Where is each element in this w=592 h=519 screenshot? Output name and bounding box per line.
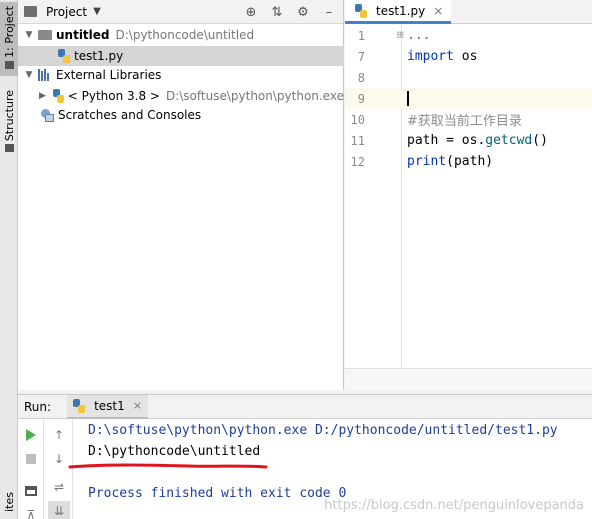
code-line-10[interactable]: 10 #获取当前工作目录 — [345, 109, 592, 130]
red-underline-annotation — [68, 463, 268, 469]
tree-item-path: D:\softuse\python\python.exe — [165, 89, 344, 103]
hide-panel-icon[interactable]: – — [319, 2, 339, 22]
chevron-down-icon[interactable]: ▼ — [93, 6, 101, 17]
project-panel-toolbar: ⊕ ⇅ ⚙ – — [235, 0, 343, 24]
project-folder-icon — [24, 6, 37, 17]
python-sdk-icon — [52, 89, 64, 103]
project-panel-header: Project ▼ ⊕ ⇅ ⚙ – — [18, 0, 343, 24]
project-panel: Project ▼ ⊕ ⇅ ⚙ – ▼ untitled D:\pythonco… — [18, 0, 344, 390]
code-line-9-current[interactable]: 9 — [345, 88, 592, 109]
run-panel-header: Run: test1 × — [18, 394, 592, 419]
line-number: 12 — [350, 154, 365, 169]
tree-item-python-sdk[interactable]: ▶ < Python 3.8 > D:\softuse\python\pytho… — [18, 86, 344, 106]
chevron-down-icon[interactable]: ▼ — [24, 70, 34, 80]
code-text: print(path) — [407, 154, 494, 169]
code-comment: #获取当前工作目录 — [407, 114, 522, 129]
layout-icon[interactable] — [20, 481, 42, 501]
fold-plus-icon[interactable]: ⊞ — [397, 28, 404, 41]
editor-tab-test1-py[interactable]: test1.py × — [345, 0, 452, 24]
console-line-exit: Process finished with exit code 0 — [88, 486, 347, 501]
close-icon[interactable]: × — [433, 4, 443, 18]
line-number: 9 — [357, 91, 365, 106]
editor-tab-label: test1.py — [376, 3, 426, 18]
python-file-icon — [58, 49, 70, 63]
run-tab-label: test1 — [94, 398, 125, 413]
tree-item-label: External Libraries — [56, 68, 162, 82]
tree-item-test1-py[interactable]: test1.py — [18, 46, 344, 66]
code-line-7[interactable]: 7 import os — [345, 46, 592, 67]
run-panel-label: Run: — [24, 399, 52, 414]
run-panel: Run: test1 × ⊼ ↑ ↓ ⇌ ⇊ D:\softuse\python… — [18, 394, 592, 519]
line-number: 8 — [357, 70, 365, 85]
run-toolbar-primary: ⊼ — [18, 419, 44, 519]
collapse-all-icon[interactable]: ⇅ — [267, 2, 287, 22]
code-line-1[interactable]: 1 ⊞... — [345, 25, 592, 46]
code-line-11[interactable]: 11 path = os.getcwd() — [345, 130, 592, 151]
tool-tab-structure[interactable]: Structure — [0, 90, 18, 162]
watermark-text: https://blog.csdn.net/penguinlovepanda — [324, 498, 584, 513]
chevron-down-icon[interactable]: ▼ — [24, 30, 34, 40]
python-file-icon — [355, 3, 367, 18]
code-text: import os — [407, 49, 478, 64]
stop-icon[interactable] — [20, 449, 42, 469]
close-icon[interactable]: × — [133, 399, 142, 412]
chevron-right-icon[interactable]: ▶ — [38, 91, 47, 101]
code-editor: test1.py × 1 ⊞... 7 import os 8 9 10 #获取… — [345, 0, 592, 390]
code-line-8[interactable]: 8 — [345, 67, 592, 88]
tree-item-label: Scratches and Consoles — [58, 108, 202, 122]
scratches-icon — [40, 108, 54, 122]
line-number: 7 — [357, 49, 365, 64]
scroll-to-end-icon[interactable]: ⇊ — [48, 501, 70, 519]
tree-item-label: < Python 3.8 > — [67, 89, 160, 103]
tool-tab-project-label: 1: Project — [2, 6, 16, 58]
tool-tab-favorites[interactable]: ites — [0, 492, 18, 519]
left-tool-strip: 1: Project Structure ites — [0, 0, 18, 519]
gear-icon[interactable]: ⚙ — [293, 2, 313, 22]
folded-code[interactable]: ⊞... — [397, 28, 430, 43]
folder-icon — [38, 30, 52, 40]
structure-tool-icon — [4, 144, 14, 153]
python-file-icon — [73, 398, 86, 413]
editor-breadcrumb-bar — [345, 368, 592, 390]
tree-item-untitled[interactable]: ▼ untitled D:\pythoncode\untitled — [18, 25, 344, 45]
tree-item-external-libraries[interactable]: ▼ External Libraries — [18, 65, 344, 85]
line-number: 11 — [350, 133, 365, 148]
tool-tab-favorites-label: ites — [2, 492, 16, 512]
code-text: path = os.getcwd() — [407, 133, 548, 148]
locate-target-icon[interactable]: ⊕ — [241, 2, 261, 22]
tool-tab-project[interactable]: 1: Project — [0, 2, 18, 76]
console-line-command: D:\softuse\python\python.exe D:/pythonco… — [88, 423, 558, 438]
line-number: 10 — [350, 112, 365, 127]
text-cursor — [407, 91, 409, 106]
arrow-up-icon[interactable]: ↑ — [48, 425, 70, 445]
tree-item-scratches[interactable]: Scratches and Consoles — [18, 105, 344, 125]
arrow-down-icon[interactable]: ↓ — [48, 449, 70, 469]
tree-item-path: D:\pythoncode\untitled — [115, 28, 255, 42]
pin-icon[interactable]: ⊼ — [20, 505, 42, 519]
library-icon — [38, 69, 52, 81]
project-panel-title[interactable]: Project — [46, 5, 87, 19]
tool-tab-structure-label: Structure — [2, 90, 16, 142]
tree-item-label: untitled — [56, 28, 110, 42]
line-number: 1 — [357, 28, 365, 43]
tree-item-label: test1.py — [74, 49, 124, 63]
run-tab-test1[interactable]: test1 × — [67, 394, 148, 419]
console-line-result: D:\pythoncode\untitled — [88, 444, 261, 459]
editor-tab-bar: test1.py × — [345, 0, 592, 24]
code-line-12[interactable]: 12 print(path) — [345, 151, 592, 172]
project-tool-icon — [4, 60, 14, 69]
rerun-play-icon[interactable] — [20, 425, 42, 445]
soft-wrap-icon[interactable]: ⇌ — [48, 477, 70, 497]
